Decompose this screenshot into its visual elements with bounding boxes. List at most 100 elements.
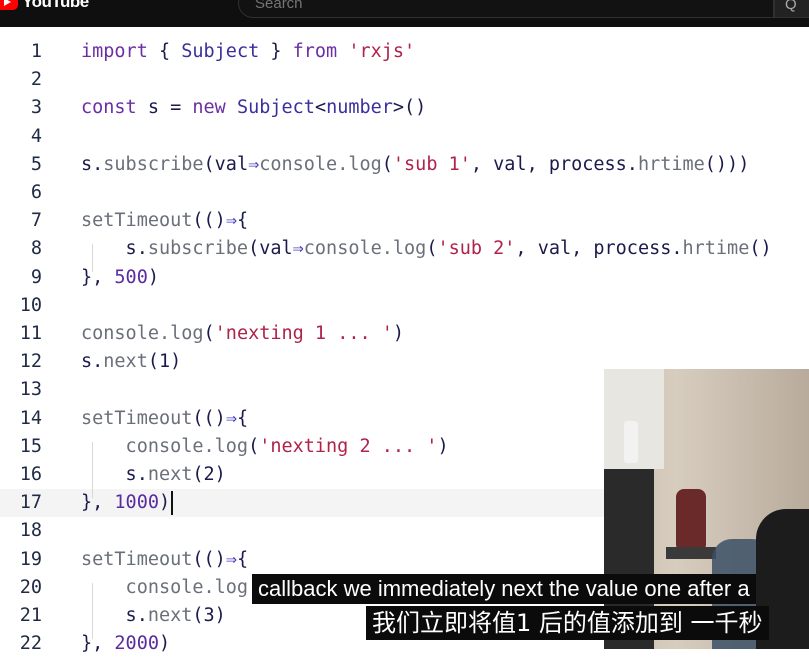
code-token: (() (192, 407, 226, 429)
code-text: s.subscribe(val⇒console.log('sub 1', val… (81, 151, 749, 179)
code-text: s.next(1) (81, 348, 181, 376)
code-token: }, (81, 492, 115, 514)
line-number: 6 (30, 182, 42, 203)
code-token: ) (147, 266, 159, 288)
code-text: s.next(3) (81, 602, 226, 630)
code-token: next (147, 464, 193, 485)
code-token: , val, process. (470, 153, 638, 175)
code-line[interactable]: 10 (0, 292, 809, 320)
code-token: ⇒ (248, 153, 260, 175)
code-token: log (214, 435, 249, 457)
youtube-logo[interactable]: YouTube (0, 0, 89, 12)
code-token: >() (392, 97, 427, 119)
code-line[interactable]: 1 import { Subject } from 'rxjs' (0, 38, 809, 66)
code-text: setTimeout(()⇒{ (81, 405, 248, 433)
code-token: setTimeout (81, 407, 193, 429)
line-number: 13 (19, 379, 42, 401)
youtube-logo-text: YouTube (22, 0, 89, 11)
code-token: log (348, 153, 382, 175)
code-text: s.next(2) (81, 461, 226, 489)
code-line[interactable]: 5 s.subscribe(val⇒console.log('sub 1', va… (0, 151, 809, 179)
code-token: { (236, 548, 249, 570)
code-line[interactable]: 8 s.subscribe(val⇒console.log('sub 2', v… (0, 235, 809, 263)
line-number: 20 (19, 576, 42, 598)
code-token: (() (192, 210, 226, 232)
code-token: s = (136, 97, 193, 119)
code-text: console.log( (81, 574, 260, 602)
code-token: 'nexting 1 ... ' (214, 323, 393, 344)
code-token: 500 (114, 266, 148, 288)
code-token: console. (259, 153, 349, 175)
code-text: }, 1000) (81, 489, 174, 517)
code-token: 1000 (114, 492, 159, 514)
code-token: ⇒ (225, 210, 237, 232)
code-token: log (392, 238, 427, 260)
code-text: const s = new Subject<number>() (81, 94, 426, 122)
code-token: console. (81, 576, 215, 598)
search-input[interactable] (238, 0, 774, 18)
code-line[interactable]: 7 setTimeout(()⇒{ (0, 207, 809, 235)
code-token: s. (81, 238, 148, 260)
code-token: (val (203, 153, 249, 175)
code-token: setTimeout (81, 210, 193, 232)
caption-chinese: 我们立即将值1 后的值添加到 一千秒 (366, 606, 769, 640)
code-token: ( (426, 238, 438, 260)
line-number: 5 (30, 153, 42, 175)
code-line[interactable]: 11 console.log('nexting 1 ... ') (0, 320, 809, 348)
code-token: 2000 (114, 633, 159, 655)
lamp (676, 489, 706, 549)
line-number: 22 (19, 633, 42, 655)
code-token: subscribe (147, 238, 249, 260)
code-token: < (314, 97, 327, 119)
code-token: () (749, 238, 772, 260)
search-icon: Q (785, 0, 797, 13)
code-line[interactable]: 2 (0, 66, 809, 94)
line-number: 9 (30, 266, 42, 288)
line-number: 14 (19, 407, 42, 429)
code-token: import (81, 41, 148, 62)
play-icon (0, 0, 18, 10)
code-line[interactable]: 6 (0, 179, 809, 207)
code-token: ( (248, 435, 260, 457)
code-token: (() (192, 548, 226, 570)
line-number: 21 (19, 605, 42, 626)
code-token: ⇒ (292, 238, 304, 260)
line-number: 12 (19, 351, 42, 373)
line-number: 11 (19, 323, 42, 344)
code-token: number (326, 97, 393, 119)
code-token: s. (81, 605, 148, 626)
line-number: 17 (19, 492, 42, 514)
youtube-top-bar: YouTube Q (0, 0, 809, 27)
search-button[interactable]: Q (774, 0, 809, 18)
code-text: console.log('nexting 1 ... ') (81, 320, 404, 348)
code-token: log (170, 323, 204, 344)
code-line[interactable]: 4 (0, 123, 809, 151)
code-token: ( (381, 153, 393, 175)
code-token: 'nexting 2 ... ' (259, 435, 438, 457)
line-number: 16 (19, 464, 42, 485)
code-token: ⇒ (225, 548, 237, 570)
line-number: 15 (19, 435, 42, 457)
code-text: setTimeout(()⇒{ (81, 207, 248, 235)
code-token: ⇒ (225, 407, 237, 429)
code-line[interactable]: 3 const s = new Subject<number>() (0, 94, 809, 122)
code-token: from (292, 41, 338, 62)
code-text: }, 2000) (81, 630, 170, 658)
code-token: setTimeout (81, 548, 193, 570)
code-line[interactable]: 9}, 500) (0, 264, 809, 292)
line-number: 8 (30, 238, 42, 260)
code-token: 'sub 1' (392, 153, 471, 175)
code-token: { (236, 407, 249, 429)
code-token: console. (81, 435, 215, 457)
code-token: (3) (192, 605, 226, 626)
code-token: (val (248, 238, 293, 260)
code-token: log (214, 576, 249, 598)
code-token: { (147, 41, 182, 62)
line-number: 3 (30, 97, 42, 119)
code-token: console. (303, 238, 393, 260)
code-token: }, (81, 633, 115, 655)
books (666, 547, 716, 559)
code-token: }, (81, 266, 115, 288)
